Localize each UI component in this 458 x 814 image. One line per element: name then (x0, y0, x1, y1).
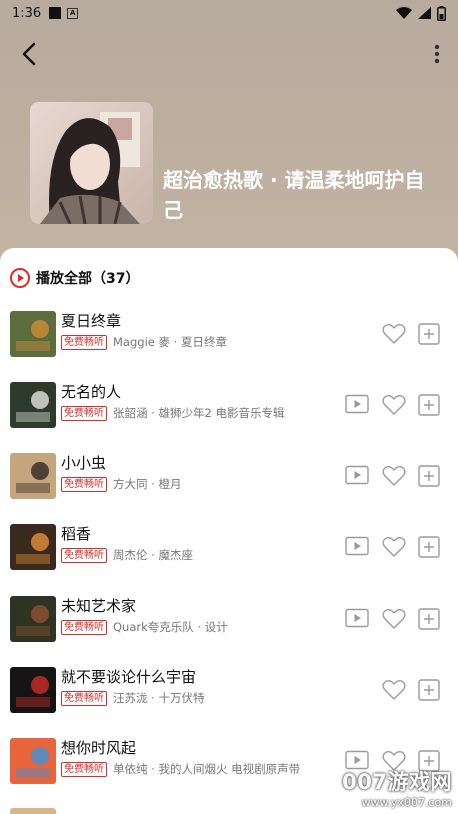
free-listen-badge: 免费畅听 (61, 691, 107, 706)
plus-box-icon (418, 679, 440, 701)
add-to-playlist-button[interactable] (418, 465, 440, 491)
add-to-playlist-button[interactable] (418, 323, 440, 349)
song-title: 夏日终章 (61, 312, 122, 330)
like-button[interactable] (382, 394, 406, 420)
more-button[interactable] (432, 42, 442, 66)
plus-box-icon (418, 465, 440, 487)
mv-play-button[interactable] (345, 608, 369, 632)
song-title: 未知艺术家 (61, 597, 137, 615)
add-to-playlist-button[interactable] (418, 536, 440, 562)
free-listen-badge: 免费畅听 (61, 335, 107, 350)
like-button[interactable] (382, 465, 406, 491)
song-artist-album: 方大同 · 橙月 (113, 477, 182, 491)
video-icon (345, 394, 369, 414)
add-to-playlist-button[interactable] (418, 394, 440, 420)
song-title: 小小虫 (61, 454, 107, 472)
like-button[interactable] (382, 323, 406, 349)
heart-icon (382, 323, 406, 344)
free-listen-badge: 免费畅听 (61, 620, 107, 635)
album-art (10, 808, 56, 814)
song-row[interactable]: 小小虫免费畅听 方大同 · 橙月 (0, 446, 458, 506)
like-button[interactable] (382, 608, 406, 634)
plus-box-icon (418, 536, 440, 558)
plus-box-icon (418, 323, 440, 345)
notification-icon (49, 7, 62, 19)
mv-play-button[interactable] (345, 465, 369, 489)
song-row[interactable]: 就不要谈论什么宇宙 免费畅听 汪苏泷 · 十万伏特 (0, 660, 458, 720)
song-artist-album: Maggie 麥 · 夏日终章 (113, 335, 227, 349)
video-icon (345, 608, 369, 628)
song-artist-album: 张韶涵 · 雄狮少年2 电影音乐专辑 (113, 406, 285, 420)
playlist-header: 1:36 A 超治愈热歌 · 请温柔地呵护自己 (0, 0, 458, 270)
video-icon (345, 465, 369, 485)
heart-icon (382, 536, 406, 557)
playlist-cover (30, 102, 153, 224)
add-to-playlist-button[interactable] (418, 608, 440, 634)
album-art (10, 524, 56, 570)
song-artist-album: 周杰伦 · 魔杰座 (113, 548, 193, 562)
heart-icon (382, 679, 406, 700)
free-listen-badge: 免费畅听 (61, 762, 107, 777)
heart-icon (382, 394, 406, 415)
free-listen-badge: 免费畅听 (61, 406, 107, 421)
like-button[interactable] (382, 679, 406, 705)
watermark-url: www.yx007.com (361, 796, 452, 809)
plus-box-icon (418, 608, 440, 630)
status-time: 1:36 (12, 5, 42, 21)
mv-play-button[interactable] (345, 536, 369, 560)
battery-icon (437, 5, 446, 21)
song-artist-album: 汪苏泷 · 十万伏特 (113, 691, 205, 705)
album-art (10, 596, 56, 642)
play-all-label: 播放全部（37） (36, 271, 140, 287)
song-artist-album: Quark夸克乐队 · 设计 (113, 620, 228, 634)
heart-icon (382, 465, 406, 486)
song-title: 想你时风起 (61, 739, 137, 757)
more-vertical-icon (434, 44, 440, 64)
free-listen-badge: 免费畅听 (61, 477, 107, 492)
watermark-text: 007游戏网 (342, 770, 452, 794)
back-button[interactable] (18, 40, 42, 68)
playlist-title: 超治愈热歌 · 请温柔地呵护自己 (163, 168, 425, 222)
song-title: 就不要谈论什么宇宙 (61, 668, 197, 686)
wifi-icon (396, 7, 412, 19)
album-art (10, 311, 56, 357)
album-art (10, 738, 56, 784)
play-all-button[interactable]: 播放全部（37） (10, 268, 139, 288)
play-circle-icon (10, 268, 30, 288)
watermark: 007游戏网 www.yx007.com (334, 766, 452, 810)
chevron-left-icon (22, 42, 36, 66)
album-art (10, 667, 56, 713)
plus-box-icon (418, 394, 440, 416)
song-title: 稻香 (61, 525, 92, 543)
signal-icon (418, 7, 431, 19)
song-artist-album: 单依纯 · 我的人间烟火 电视剧原声带 (113, 762, 301, 776)
album-art (10, 382, 56, 428)
status-bar: 1:36 A (0, 0, 458, 26)
song-row[interactable]: 夏日终章免费畅听 Maggie 麥 · 夏日终章 (0, 304, 458, 364)
album-art (10, 453, 56, 499)
add-to-playlist-button[interactable] (418, 679, 440, 705)
like-button[interactable] (382, 536, 406, 562)
song-row[interactable]: 未知艺术家免费畅听 Quark夸克乐队 · 设计 (0, 589, 458, 649)
song-row[interactable]: 无名的人免费畅听 张韶涵 · 雄狮少年2 电影音乐专辑 (0, 375, 458, 435)
video-icon (345, 536, 369, 556)
free-listen-badge: 免费畅听 (61, 548, 107, 563)
app-notification-icon: A (67, 7, 79, 19)
heart-icon (382, 608, 406, 629)
mv-play-button[interactable] (345, 394, 369, 418)
song-row[interactable]: 稻香免费畅听 周杰伦 · 魔杰座 (0, 517, 458, 577)
song-title: 无名的人 (61, 383, 122, 401)
